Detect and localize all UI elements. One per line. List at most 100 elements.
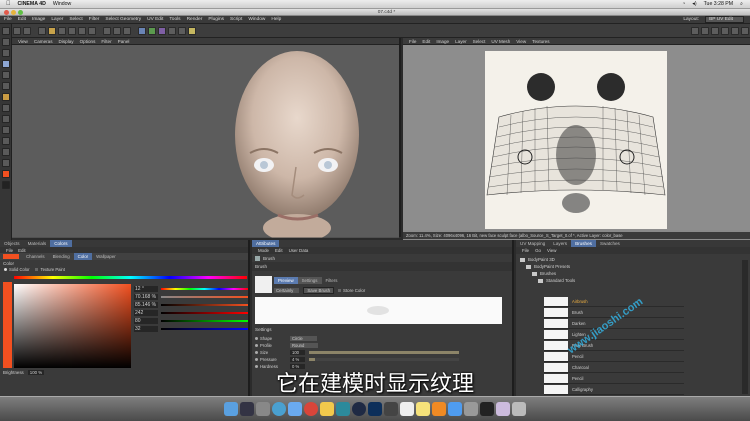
scale-icon[interactable] [58,26,66,35]
solid-color-radio[interactable] [4,268,7,271]
attr-menu-userdata[interactable]: User Data [289,248,309,253]
blue-field[interactable]: 32 [134,325,158,332]
menu-select[interactable]: Select [69,17,82,22]
uv-polygons-icon[interactable] [701,26,709,35]
tab-layers[interactable]: Layers [549,240,571,247]
attr-menu-mode[interactable]: Mode [258,248,269,253]
redo-icon[interactable] [23,26,31,35]
tool-fill-icon[interactable] [2,93,10,101]
tab-colors[interactable]: Colors [50,240,72,247]
apple-icon[interactable]:  [6,1,11,7]
fill-icon[interactable] [721,26,729,35]
setting-shape-value[interactable]: Circle [290,336,317,341]
undo-icon[interactable] [13,26,21,35]
subtab-blending[interactable]: Blending [49,253,74,260]
tab-uv-mapping[interactable]: UV Mapping [516,240,549,247]
current-color-chip[interactable] [3,254,19,259]
scene-icon[interactable] [168,26,176,35]
zbrush-icon[interactable] [384,402,398,416]
menu-plugins[interactable]: Plugins [208,17,224,22]
tool-text-icon[interactable] [2,148,10,156]
setting-pressure-value[interactable]: 4 % [290,357,306,362]
menu-select-geometry[interactable]: Select Geometry [105,17,141,22]
render-view-icon[interactable] [113,26,121,35]
vlc-icon[interactable] [432,402,446,416]
hue-slider[interactable] [14,276,247,279]
tab-objects[interactable]: Objects [0,240,24,247]
maya-icon[interactable] [336,402,350,416]
viewport-menu-cameras[interactable]: Cameras [34,39,53,44]
polygon-icon[interactable] [88,26,96,35]
saturation-field[interactable]: 70.168 % [134,293,158,300]
tool-select-icon[interactable] [2,27,10,35]
terminal-icon[interactable] [480,402,494,416]
spotlight-icon[interactable]: ⌕ [740,1,743,8]
uv-menu-textures[interactable]: Textures [532,39,549,44]
system-prefs-icon[interactable] [464,402,478,416]
tool-dodge-icon[interactable] [2,115,10,123]
menu-filter[interactable]: Filter [89,17,100,22]
tab-swatches[interactable]: Swatches [596,240,624,247]
viewport-menu-display[interactable]: Display [59,39,74,44]
color-current-swatch[interactable] [3,282,12,368]
menu-window[interactable]: Window [248,17,265,22]
menu-help[interactable]: Help [271,17,281,22]
red-bar[interactable] [161,311,248,314]
object-icon[interactable] [78,26,86,35]
tool-pencil-icon[interactable] [2,71,10,79]
brush-tab-settings[interactable]: Settings [297,277,322,284]
setting-pressure-slider[interactable] [309,358,460,361]
green-bar[interactable] [161,319,248,322]
uv-menu-layer[interactable]: Layer [455,39,467,44]
tool-clone-icon[interactable] [2,82,10,90]
clock[interactable]: Tue 3:28 PM [704,1,734,7]
brush-tab-preview[interactable]: Preview [274,277,298,284]
layout-select[interactable]: BP UV Edit [705,16,744,23]
texture-paint-checkbox[interactable] [35,268,39,271]
tab-brushes[interactable]: Brushes [571,240,596,247]
red-field[interactable]: 242 [134,309,158,316]
camera-icon[interactable] [178,26,186,35]
dashboard-icon[interactable] [240,402,254,416]
close-window-icon[interactable] [4,9,9,15]
render-icon[interactable] [103,26,111,35]
volume-icon[interactable]: ◂) [692,1,696,7]
menu-script[interactable]: Script [230,17,242,22]
color-menu-edit[interactable]: Edit [18,248,26,253]
brush-mode-icon[interactable] [711,26,719,35]
safari-icon[interactable] [272,402,286,416]
uv-menu-edit[interactable]: Edit [422,39,430,44]
tree-item-standard[interactable]: Standard Tools [520,277,746,284]
saturation-bar[interactable] [161,295,248,298]
brush-tab-filters[interactable]: Filters [322,277,342,284]
tool-smudge-icon[interactable] [2,104,10,112]
tool-live-select-icon[interactable] [2,49,10,57]
hue-field[interactable]: 12 ° [134,285,158,292]
tab-attributes[interactable]: Attributes [252,240,280,247]
color-picker-square[interactable] [14,284,131,368]
tree-item-presets[interactable]: BodyPaint Presets [520,263,746,270]
light-icon[interactable] [188,26,196,35]
wifi-icon[interactable]: ◔ [682,1,685,7]
browser-menu-file[interactable]: File [522,248,529,253]
menu-layer[interactable]: Layer [51,17,63,22]
layer-mode-icon[interactable] [741,26,749,35]
tool-eyedropper-icon[interactable] [2,159,10,167]
viewport-menu-filter[interactable]: Filter [101,39,111,44]
deformer-icon[interactable] [158,26,166,35]
move-icon[interactable] [48,26,56,35]
uv-menu-image[interactable]: Image [436,39,449,44]
save-brush-button[interactable]: Save Brush [303,287,335,294]
background-color-swatch[interactable] [2,181,10,189]
uv-menu-view[interactable]: View [516,39,526,44]
rotate-icon[interactable] [68,26,76,35]
menu-uv-edit[interactable]: UV Edit [147,17,163,22]
hue-bar[interactable] [161,287,248,290]
cinema4d-icon[interactable] [352,402,366,416]
menu-image[interactable]: Image [32,17,45,22]
store-color-checkbox[interactable] [338,289,342,292]
brush-item[interactable]: Pencil [544,351,684,362]
setting-size-value[interactable]: 100 [290,350,305,355]
browser-menu-view[interactable]: View [547,248,556,253]
uv-editor[interactable]: File Edit Image Layer Select UV Mesh Vie… [403,38,750,240]
